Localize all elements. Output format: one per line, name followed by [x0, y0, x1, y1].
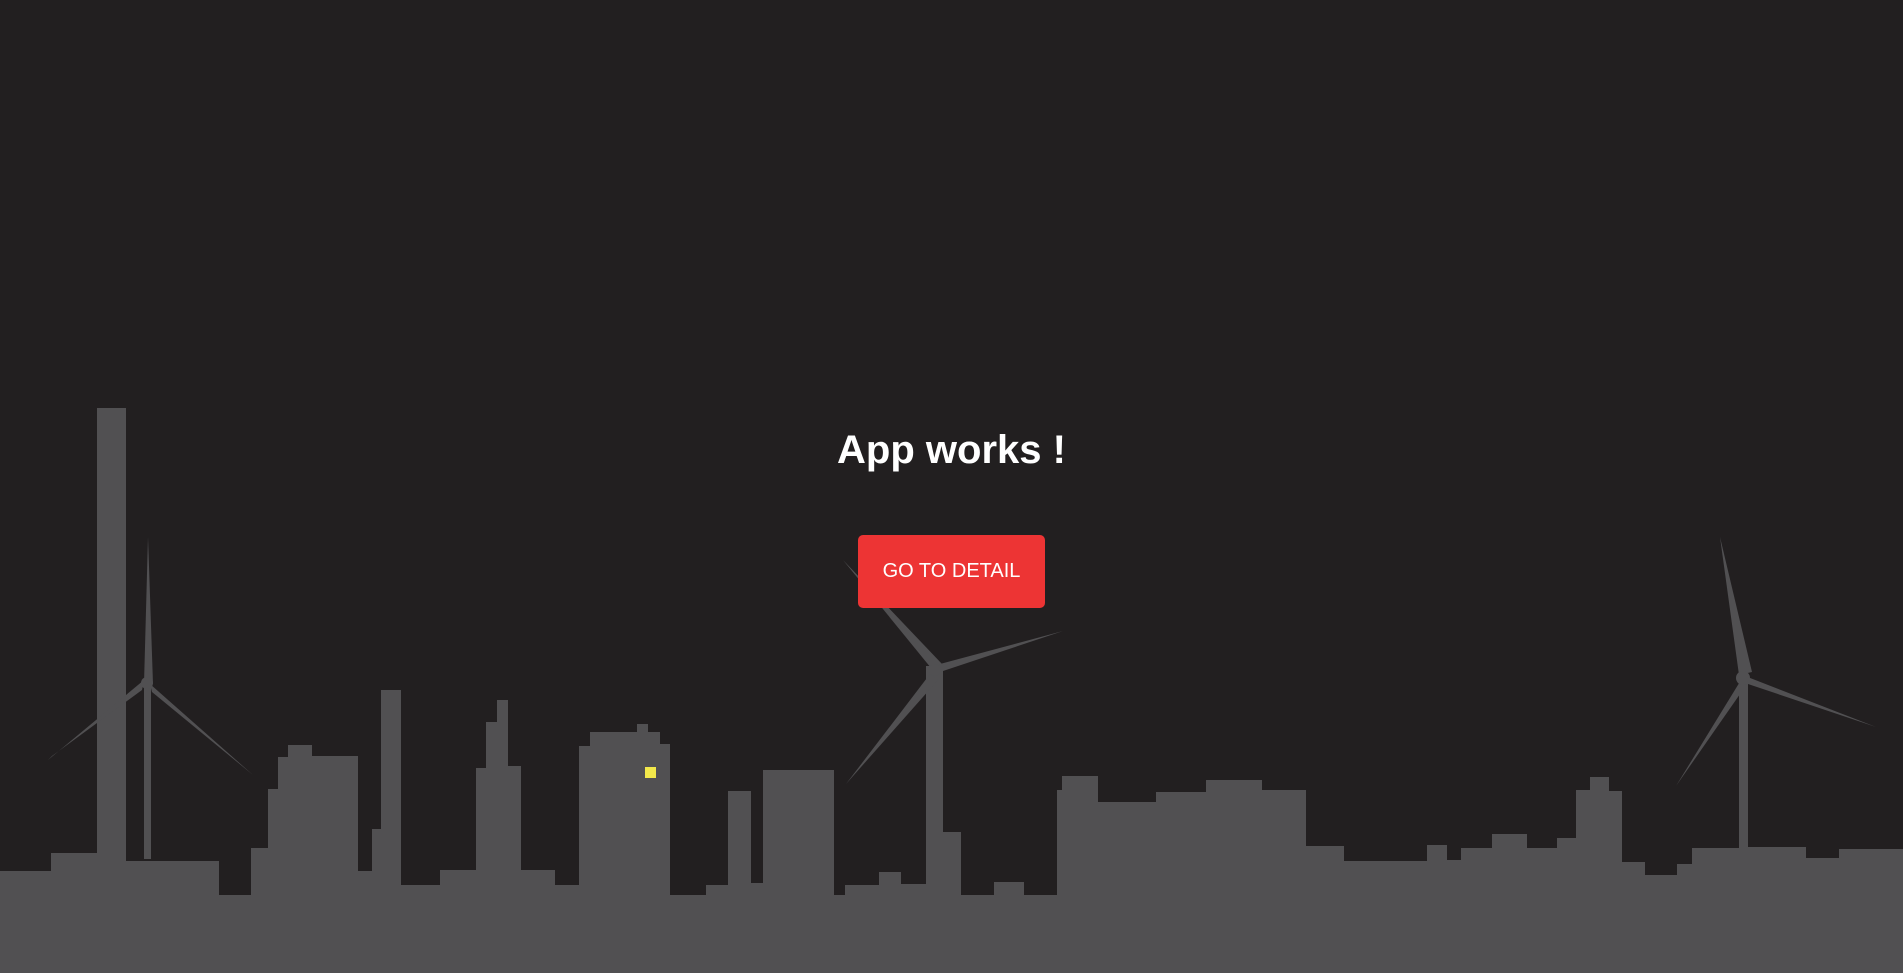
app-root: App works ! GO TO DETAIL	[0, 0, 1903, 973]
lit-window	[645, 767, 656, 778]
go-to-detail-button[interactable]: GO TO DETAIL	[858, 535, 1045, 608]
wind-turbine-left	[48, 537, 253, 859]
skyline-buildings	[0, 408, 1903, 973]
city-skyline-illustration	[0, 408, 1903, 973]
page-title: App works !	[837, 428, 1066, 472]
skyline-silhouette	[0, 408, 1903, 973]
wind-turbine-right	[1676, 537, 1876, 850]
